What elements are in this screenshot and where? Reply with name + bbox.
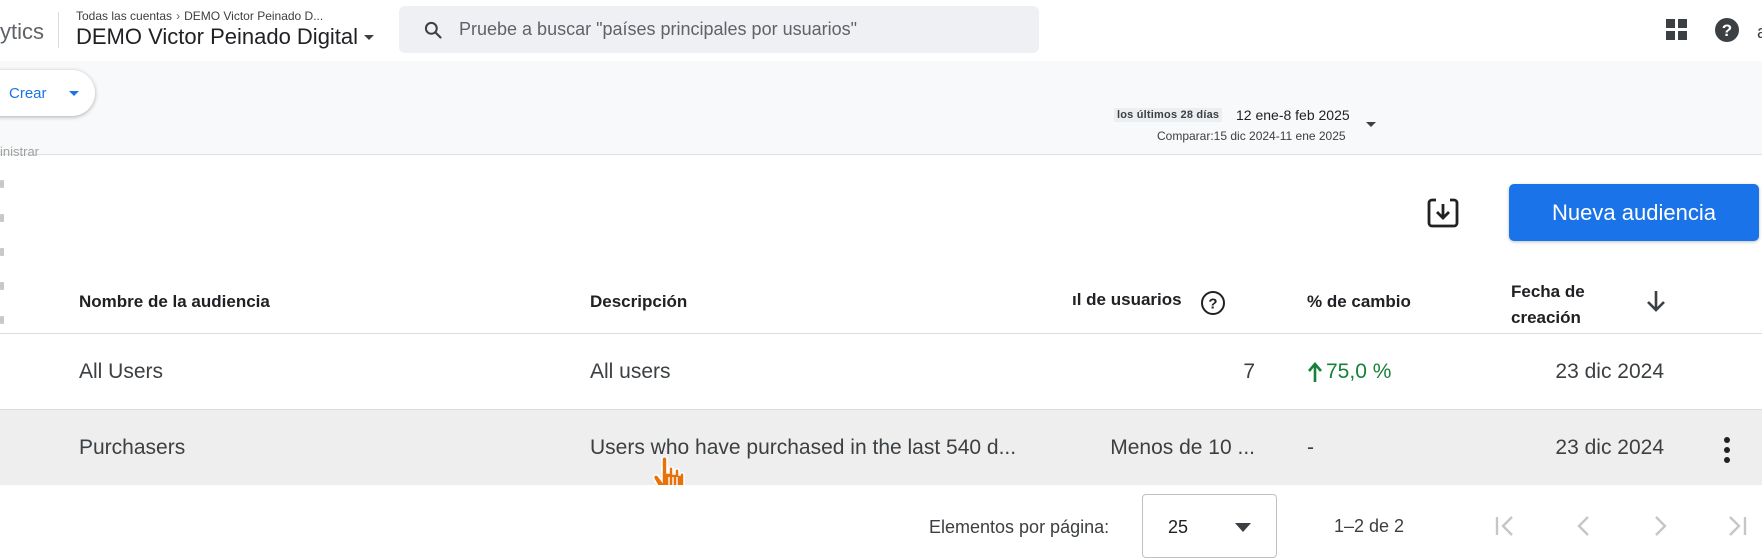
column-header-change[interactable]: % de cambio bbox=[1307, 292, 1411, 312]
property-name: DEMO Victor Peinado Digital bbox=[76, 24, 359, 49]
table-row[interactable]: All Users All users 7 75,0 % 23 dic 2024 bbox=[0, 334, 1762, 410]
more-vert-icon[interactable] bbox=[1722, 436, 1732, 464]
nav-admin-partial[interactable]: inistrar bbox=[0, 144, 39, 159]
page-size-value: 25 bbox=[1168, 517, 1189, 537]
first-page-icon[interactable] bbox=[1492, 513, 1520, 539]
help-icon[interactable]: ? bbox=[1714, 17, 1740, 43]
page-size-select[interactable] bbox=[1142, 494, 1277, 558]
caret-down-icon bbox=[68, 90, 79, 96]
download-icon[interactable] bbox=[1427, 196, 1459, 228]
create-label: Crear bbox=[9, 84, 47, 102]
date-caret-down-icon[interactable] bbox=[1366, 122, 1376, 127]
percent-change: 75,0 % bbox=[1307, 360, 1391, 384]
search-placeholder: Pruebe a buscar "países principales por … bbox=[459, 19, 857, 39]
page-range: 1–2 de 2 bbox=[1334, 516, 1405, 536]
creation-date: 23 dic 2024 bbox=[1555, 436, 1664, 459]
percent-change: - bbox=[1307, 436, 1314, 459]
date-range[interactable]: 12 ene-8 feb 2025 bbox=[1236, 107, 1350, 123]
audience-description: All users bbox=[590, 360, 671, 383]
column-header-users[interactable]: ıl de usuarios bbox=[1072, 290, 1182, 310]
sub-header bbox=[0, 61, 1762, 155]
creation-date: 23 dic 2024 bbox=[1555, 360, 1664, 383]
chevron-right-icon: › bbox=[176, 9, 181, 23]
app-name: ytics bbox=[0, 19, 44, 44]
svg-text:?: ? bbox=[1722, 21, 1732, 40]
items-per-page-label: Elementos por página: bbox=[929, 517, 1110, 537]
help-circle-icon[interactable]: ? bbox=[1200, 290, 1226, 316]
caret-down-icon bbox=[364, 34, 375, 40]
column-header-date-line2: creación bbox=[1511, 308, 1581, 327]
apps-grid-icon[interactable] bbox=[1666, 19, 1688, 41]
new-audience-button[interactable]: Nueva audiencia bbox=[1509, 184, 1759, 241]
property-selector[interactable]: DEMO Victor Peinado Digital bbox=[76, 24, 375, 50]
breadcrumb[interactable]: Todas las cuentas › DEMO Victor Peinado … bbox=[76, 9, 323, 23]
sort-desc-arrow-icon[interactable] bbox=[1645, 289, 1667, 313]
chevron-right-icon[interactable] bbox=[1646, 513, 1674, 539]
chevron-left-icon[interactable] bbox=[1570, 513, 1598, 539]
column-header-description[interactable]: Descripción bbox=[590, 292, 687, 312]
column-header-date[interactable]: Fecha de creación bbox=[1511, 279, 1585, 331]
user-count: Menos de 10 ... bbox=[1110, 436, 1255, 459]
divider bbox=[58, 12, 59, 48]
date-preset-chip[interactable]: los últimos 28 días bbox=[1114, 108, 1223, 122]
create-button[interactable]: Crear bbox=[0, 70, 95, 116]
audience-name[interactable]: Purchasers bbox=[79, 436, 185, 460]
audience-name[interactable]: All Users bbox=[79, 360, 163, 384]
account-avatar-partial[interactable]: a bbox=[1757, 22, 1762, 43]
breadcrumb-child[interactable]: DEMO Victor Peinado D... bbox=[184, 9, 323, 23]
arrow-up-icon bbox=[1308, 362, 1322, 382]
column-header-name[interactable]: Nombre de la audiencia bbox=[79, 292, 270, 312]
last-page-icon[interactable] bbox=[1722, 513, 1750, 539]
search-icon bbox=[424, 21, 442, 39]
table-row[interactable]: Purchasers Users who have purchased in t… bbox=[0, 410, 1762, 485]
search-input[interactable]: Pruebe a buscar "países principales por … bbox=[399, 6, 1039, 53]
percent-change-value: 75,0 % bbox=[1326, 360, 1392, 383]
svg-text:?: ? bbox=[1208, 296, 1217, 313]
user-count: 7 bbox=[1243, 360, 1255, 383]
caret-down-icon bbox=[1235, 523, 1251, 532]
breadcrumb-parent[interactable]: Todas las cuentas bbox=[76, 9, 172, 23]
compare-range[interactable]: Comparar:15 dic 2024-11 ene 2025 bbox=[1157, 129, 1346, 143]
column-header-date-line1: Fecha de bbox=[1511, 282, 1585, 301]
